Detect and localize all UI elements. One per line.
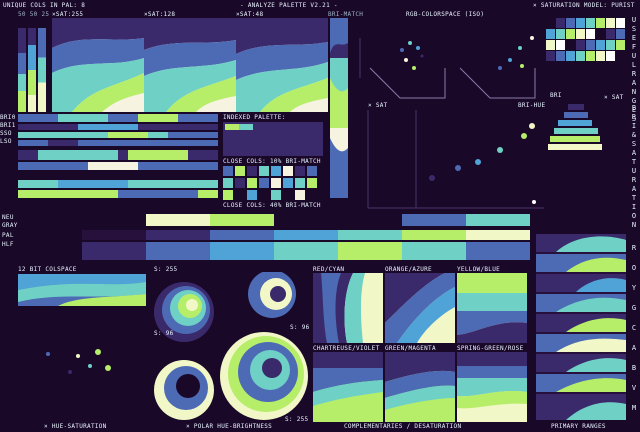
palette-cell: [586, 40, 595, 50]
palette-cell: [556, 18, 565, 28]
indexed-palette-grid: [223, 122, 323, 156]
hue-letters-vlabel: ROYGCABVM: [631, 244, 637, 412]
side-label-sso: SSO: [0, 130, 12, 137]
palette-cell: [586, 51, 595, 61]
palette-cell: [616, 18, 625, 28]
comp-label-orange-azure: ORANGE/AZURE: [385, 266, 432, 273]
sat-label-255: ×SAT:255: [52, 11, 84, 18]
palette-cell: [576, 51, 585, 61]
palette-cell: [606, 40, 615, 50]
palette-cell: [606, 51, 615, 61]
s96-label-b: S: 96: [154, 330, 174, 337]
palette-cell: [546, 40, 555, 50]
analyze-palette-window: UNIQUE COLS IN PAL: 8 - ANALYZE PALETTE …: [0, 0, 640, 432]
bri-sat-stack: [548, 104, 602, 150]
footer-primary-ranges: PRIMARY RANGES: [551, 423, 606, 430]
comp-panel-spring-green-rose: [457, 352, 527, 422]
sat-label-128: ×SAT:128: [144, 11, 176, 18]
rgb-colorspace-plot: [359, 36, 536, 99]
side-label-bri0: BRI0: [0, 114, 16, 121]
unique-cols-label: UNIQUE COLS IN PAL: 8: [3, 2, 86, 9]
palette-cell: [616, 40, 625, 50]
palette-cell: [546, 51, 555, 61]
saturation-model-label[interactable]: × SATURATION MODEL: PURIST: [533, 2, 635, 9]
comp-label-spring-green-rose: SPRING-GREEN/ROSE: [457, 345, 524, 352]
rgb-colorspace-label: RGB-COLORSPACE (ISO): [406, 11, 485, 18]
palette-cell: [596, 51, 605, 61]
hue-sat-scatter: [46, 349, 111, 374]
palette-cell: [586, 18, 595, 28]
palette-cell: [596, 29, 605, 39]
hue-sat-panel-48: [236, 18, 328, 112]
comp-panel-yellow-blue: [457, 273, 527, 343]
indexed-palette-label: INDEXED PALETTE:: [223, 114, 286, 121]
palette-cell: [546, 29, 555, 39]
palette-cell: [546, 18, 555, 28]
row-label-pal: PAL: [2, 232, 14, 239]
side-label-bri1: BRI1: [0, 122, 16, 129]
s96-label-a: S: 96: [290, 324, 310, 331]
bri-sat-vlabel: BRI & SATURATION: [631, 104, 637, 229]
palette-cell: [566, 18, 575, 28]
palette-cell: [596, 18, 605, 28]
palette-cell: [596, 40, 605, 50]
palette-cell: [606, 18, 615, 28]
sat-label-0: 50 50 25: [18, 11, 50, 18]
palette-cell: [586, 29, 595, 39]
bri-label: BRI: [550, 92, 562, 99]
palette-cell: [616, 51, 625, 61]
bri-hue-plot: [367, 110, 544, 209]
bri-hue-label: BRI-HUE: [518, 102, 546, 109]
palette-cell: [556, 40, 565, 50]
useful-ranges-vlabel: USEFUL RANGES: [631, 16, 637, 123]
palette-cell: [576, 29, 585, 39]
palette-cell: [566, 29, 575, 39]
palette-cell: [576, 40, 585, 50]
footer-complementaries: COMPLEMENTARIES / DESATURATION: [344, 423, 462, 430]
comp-label-chartreuse-violet: CHARTREUSE/VIOLET: [313, 345, 380, 352]
close-cols-10-grid: [223, 166, 323, 200]
sat-plot-label: × SAT: [368, 102, 388, 109]
palette-cell: [616, 29, 625, 39]
comp-label-red-cyan: RED/CYAN: [313, 266, 345, 273]
row-label-neu: NEU: [2, 214, 14, 221]
close-cols-40-label: CLOSE COLS: 40% BRI-MATCH: [223, 202, 321, 209]
comp-panel-chartreuse-violet: [313, 352, 383, 422]
sat-label-48: ×SAT:48: [236, 11, 264, 18]
palette-column-strip: [18, 28, 50, 112]
palette-cell: [556, 51, 565, 61]
row-label-gray: GRAY: [2, 222, 18, 229]
comp-label-yellow-blue: YELLOW/BLUE: [457, 266, 501, 273]
hue-stripe-bands: [18, 114, 218, 198]
comp-panel-green-magenta: [385, 352, 455, 422]
comp-panel-red-cyan: [313, 273, 383, 343]
hue-sat-panel-255: [52, 18, 144, 112]
app-title: - ANALYZE PALETTE V2.21 -: [240, 2, 338, 9]
twelve-bit-label: 12 BIT COLSPACE: [18, 266, 77, 273]
neutral-gray-palette-rows: [18, 214, 530, 260]
palette-cell: [606, 29, 615, 39]
bri-match-column: [330, 18, 348, 198]
palette-cell: [566, 40, 575, 50]
hue-sat-panel-128: [144, 18, 236, 112]
s255-label-b: S: 255: [285, 416, 309, 423]
twelve-bit-colspace: [18, 274, 146, 306]
close-cols-10-label: CLOSE COLS: 10% BRI-MATCH: [223, 158, 321, 165]
footer-polar: × POLAR HUE-BRIGHTNESS: [186, 423, 273, 430]
comp-label-green-magenta: GREEN/MAGENTA: [385, 345, 436, 352]
primary-ranges-stack: [536, 234, 626, 420]
polar-hue-brightness: [154, 272, 308, 420]
palette-cell: [576, 18, 585, 28]
useful-ranges-grid: [546, 18, 626, 62]
palette-cell: [566, 51, 575, 61]
comp-panel-orange-azure: [385, 273, 455, 343]
bri-match-label: BRI-MATCH: [328, 11, 364, 18]
row-label-hlf: HLF: [2, 241, 14, 248]
palette-cell: [556, 29, 565, 39]
footer-hue-sat: × HUE-SATURATION: [44, 423, 107, 430]
side-label-lso: LSO: [0, 138, 12, 145]
